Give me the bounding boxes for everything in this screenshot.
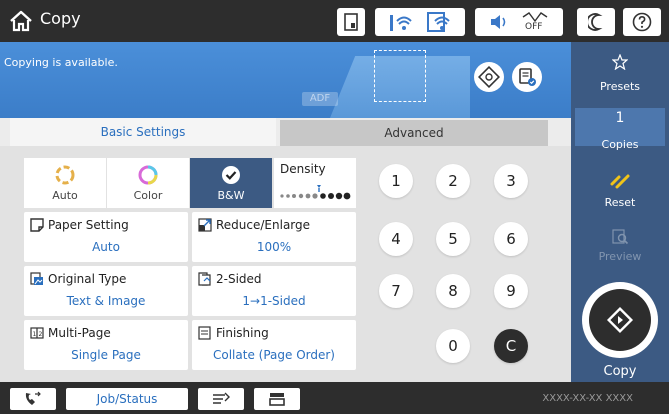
color-icon (138, 165, 158, 185)
paper-setting-label: Paper Setting (48, 218, 129, 232)
sleep-icon[interactable] (577, 8, 615, 36)
multi-page-value: Single Page (71, 348, 141, 362)
color-mode-bw-label: B&W (217, 189, 245, 202)
status-message: Copying is available. (4, 56, 118, 69)
finishing-button[interactable]: Finishing Collate (Page Order) (192, 320, 356, 370)
color-mode-auto[interactable]: Auto (24, 158, 106, 208)
sound-eco-group: OFF (475, 8, 563, 36)
check-circle-icon (222, 166, 240, 184)
auto-color-icon (55, 165, 75, 185)
finishing-label: Finishing (216, 326, 269, 340)
paper-output-icon (213, 392, 230, 404)
reduce-enlarge-label: Reduce/Enlarge (216, 218, 311, 232)
color-mode-bw[interactable]: B&W (190, 158, 272, 208)
screen-title: Copy (40, 9, 81, 28)
keypad-2[interactable]: 2 (436, 164, 470, 198)
two-sided-button[interactable]: 2-Sided 1→1-Sided (192, 266, 356, 316)
finishing-value: Collate (Page Order) (213, 348, 335, 362)
original-type-label: Original Type (48, 272, 127, 286)
svg-text:2: 2 (39, 331, 43, 338)
phone-icon (25, 391, 41, 405)
keypad-8[interactable]: 8 (436, 274, 470, 308)
copy-screen: Copy OFF Copying is available. ADF Basic… (0, 0, 669, 414)
original-type-value: Text & Image (66, 294, 146, 308)
adf-indicator: ADF (302, 92, 338, 106)
reduce-enlarge-icon (198, 218, 212, 232)
home-icon[interactable] (8, 8, 34, 34)
presets-label: Presets (599, 80, 641, 93)
eco-off-label: OFF (525, 22, 543, 32)
reduce-enlarge-value: 100% (256, 240, 292, 254)
bottom-bar: Job/Status XXXX-XX-XX XXXX (0, 382, 669, 414)
tab-basic-settings[interactable]: Basic Settings (10, 118, 276, 146)
reset-label: Reset (604, 196, 636, 209)
reduce-enlarge-button[interactable]: Reduce/Enlarge 100% (192, 212, 356, 262)
fax-phone-button[interactable] (10, 388, 56, 410)
paper-icon (30, 218, 44, 232)
keypad-4[interactable]: 4 (379, 222, 413, 256)
multi-page-label: Multi-Page (48, 326, 111, 340)
copy-label: Copy (603, 364, 637, 379)
keypad-5[interactable]: 5 (436, 222, 470, 256)
color-mode-color[interactable]: Color (107, 158, 189, 208)
density-scale (280, 185, 351, 200)
preview-icon (612, 229, 629, 245)
paper-output-button[interactable] (198, 388, 244, 410)
start-icon (589, 289, 651, 351)
finishing-icon (198, 326, 211, 340)
multi-page-button[interactable]: 12 Multi-Page Single Page (24, 320, 188, 370)
wifi-icon[interactable] (389, 11, 413, 33)
svg-text:1: 1 (33, 331, 37, 338)
help-icon[interactable] (623, 8, 661, 36)
density-label: Density (280, 162, 326, 176)
density-setting[interactable]: Density (274, 158, 356, 208)
keypad-9[interactable]: 9 (494, 274, 528, 308)
two-sided-value: 1→1-Sided (242, 294, 306, 308)
original-type-button[interactable]: Original Type Text & Image (24, 266, 188, 316)
wifi-direct-icon[interactable] (427, 11, 451, 33)
keypad-clear-button[interactable]: C (494, 329, 528, 363)
top-bar: Copy OFF (0, 0, 669, 42)
reset-icon (610, 174, 630, 189)
copies-label: Copies (601, 138, 639, 151)
color-mode-auto-label: Auto (52, 189, 78, 202)
reset-button[interactable]: Reset (571, 166, 669, 212)
keypad-1[interactable]: 1 (379, 164, 413, 198)
document-icon[interactable] (337, 8, 365, 36)
preview-button[interactable]: Preview (571, 226, 669, 272)
job-status-button[interactable]: Job/Status (66, 388, 188, 410)
two-sided-icon (198, 272, 211, 286)
multi-page-icon: 12 (30, 327, 44, 339)
paper-setting-button[interactable]: Paper Setting Auto (24, 212, 188, 262)
star-icon (612, 54, 628, 70)
copies-count: 1 (615, 110, 625, 126)
basic-settings-panel: Auto Color B&W Density Paper Setting Aut… (0, 146, 571, 382)
color-mode-color-label: Color (133, 189, 163, 202)
document-placement-outline (374, 50, 426, 102)
keypad-6[interactable]: 6 (494, 222, 528, 256)
copy-start-button[interactable] (582, 282, 658, 358)
preview-label: Preview (598, 250, 642, 263)
presets-button[interactable]: Presets (571, 50, 669, 96)
two-sided-label: 2-Sided (216, 272, 262, 286)
keypad-0[interactable]: 0 (436, 329, 470, 363)
right-panel: Presets 1 Copies Reset Preview Copy (571, 42, 669, 382)
volume-icon[interactable] (489, 13, 511, 31)
keypad-7[interactable]: 7 (379, 274, 413, 308)
document-info-icon[interactable] (512, 62, 542, 92)
scan-settings-icon[interactable] (474, 62, 504, 92)
printer-icon (269, 393, 285, 406)
keypad-3[interactable]: 3 (494, 164, 528, 198)
original-type-icon (30, 272, 43, 285)
paper-setting-value: Auto (92, 240, 120, 254)
eco-off-icon[interactable]: OFF (521, 11, 549, 33)
tab-advanced[interactable]: Advanced (280, 120, 548, 146)
date-time-display: XXXX-XX-XX XXXX (542, 393, 633, 404)
printer-tray-button[interactable] (254, 388, 300, 410)
network-group (375, 8, 465, 36)
